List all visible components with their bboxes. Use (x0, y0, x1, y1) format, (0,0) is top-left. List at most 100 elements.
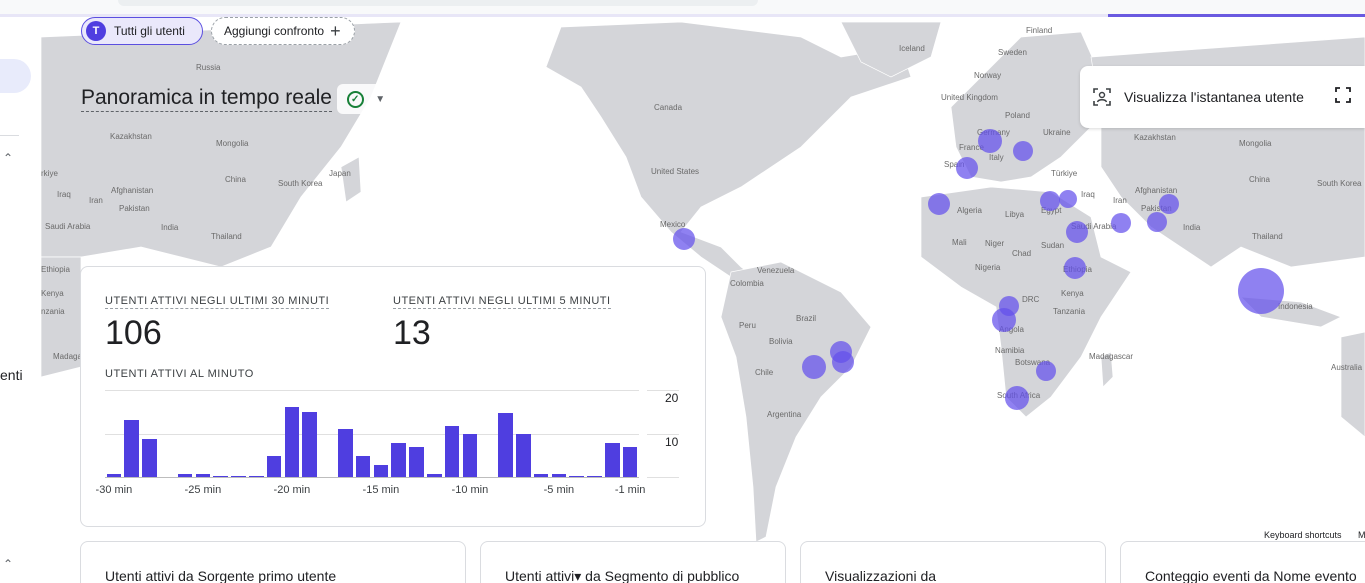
map-country-label: Mali (952, 238, 967, 247)
active-users-bubble[interactable] (1147, 212, 1167, 232)
bottom-card-first-user-source[interactable]: Utenti attivi da Sorgente primo utente (80, 541, 466, 583)
chart-bar[interactable] (462, 434, 478, 477)
chart-bar[interactable] (231, 476, 246, 477)
chart-bar[interactable] (106, 474, 122, 477)
y-tick-label: 10 (665, 435, 679, 449)
chart-bar[interactable] (551, 474, 567, 477)
map-country-label: Iraq (57, 190, 71, 199)
gridline-top (105, 390, 639, 391)
chart-bar[interactable] (373, 464, 389, 477)
active-users-bubble[interactable] (1238, 268, 1284, 314)
chart-bar[interactable] (124, 420, 139, 477)
realtime-users-card: UTENTI ATTIVI NEGLI ULTIMI 30 MINUTI 106… (80, 266, 706, 527)
chart-bar[interactable] (533, 474, 549, 477)
map-country-label: Canada (654, 103, 683, 112)
right-axis-tick (647, 477, 679, 478)
x-tick-label: -5 min (543, 484, 575, 496)
all-users-label: Tutti gli utenti (114, 24, 185, 38)
map-country-label: Thailand (211, 232, 242, 241)
bottom-card-audience-segment[interactable]: Utenti attivi▾ da Segmento di pubblico (480, 541, 786, 583)
search-bar-edge[interactable] (118, 0, 758, 6)
nav-partial-label[interactable]: enti (0, 367, 23, 383)
chart-bar[interactable] (409, 446, 424, 477)
chart-bar[interactable] (587, 476, 602, 477)
map-country-label: Kenya (1061, 289, 1084, 298)
active-users-bubble[interactable] (992, 308, 1016, 332)
map-country-label: United Kingdom (941, 93, 998, 102)
data-status-dropdown[interactable]: ✓ ▼ (336, 84, 395, 114)
all-users-chip[interactable]: T Tutti gli utenti (81, 17, 203, 45)
active-users-bubble[interactable] (1066, 221, 1088, 243)
australia-east-land (1340, 331, 1365, 438)
map-country-label: Ukraine (1043, 128, 1071, 137)
map-country-label: Chad (1012, 249, 1032, 258)
active-users-bubble[interactable] (1064, 257, 1086, 279)
active-users-bubble[interactable] (1036, 361, 1056, 381)
active-users-bubble[interactable] (928, 193, 950, 215)
chart-bar[interactable] (266, 456, 282, 477)
active-users-bubble[interactable] (1159, 194, 1179, 214)
map-country-label: South Korea (278, 179, 323, 188)
add-comparison-chip[interactable]: Aggiungi confronto + (211, 17, 355, 45)
chart-bar[interactable] (622, 447, 638, 477)
bottom-card-event-count[interactable]: Conteggio eventi da Nome evento (1120, 541, 1365, 583)
active-users-bubble[interactable] (832, 351, 854, 373)
chart-bar[interactable] (142, 438, 157, 477)
chart-bar[interactable] (338, 429, 353, 477)
map-country-label: Tanzania (1053, 307, 1086, 316)
x-tick-label: -30 min (95, 484, 133, 496)
active-users-bubble[interactable] (1040, 191, 1060, 211)
map-country-label: Niger (985, 239, 1005, 248)
chart-bar[interactable] (177, 474, 193, 477)
user-snapshot-panel[interactable]: Visualizza l'istantanea utente (1080, 66, 1365, 128)
map-country-label: China (1249, 175, 1270, 184)
active-users-bubble[interactable] (1013, 141, 1033, 161)
map-country-label: Kazakhstan (110, 132, 152, 141)
nav-selected-item[interactable] (0, 59, 31, 93)
map-country-label: China (225, 175, 246, 184)
map-country-label: South Korea (1317, 179, 1362, 188)
page-title[interactable]: Panoramica in tempo reale (81, 86, 332, 112)
y-tick-label: 20 (665, 391, 679, 405)
map-country-label: Thailand (1252, 232, 1283, 241)
map-country-label: Peru (739, 321, 756, 330)
chevron-up-icon[interactable]: ⌃ (3, 557, 13, 571)
map-country-label: India (1183, 223, 1201, 232)
chart-bar[interactable] (284, 407, 300, 477)
map-country-label: Colombia (730, 279, 764, 288)
active-users-bubble[interactable] (1111, 213, 1131, 233)
bottom-card-views[interactable]: Visualizzazioni da (800, 541, 1106, 583)
chart-bar[interactable] (498, 412, 513, 477)
chart-bar[interactable] (444, 425, 460, 477)
active-users-bubble[interactable] (1005, 386, 1029, 410)
chart-bar[interactable] (302, 411, 317, 477)
map-country-label: Kazakhstan (1134, 133, 1176, 142)
chart-bar[interactable] (195, 474, 211, 477)
chart-bar[interactable] (427, 474, 442, 477)
active-users-bubble[interactable] (673, 228, 695, 250)
map-country-label: rkiye (41, 169, 58, 178)
chart-bar[interactable] (516, 434, 531, 477)
map-country-label: Afghanistan (111, 186, 154, 195)
chart-bar[interactable] (249, 476, 264, 477)
map-country-label: Mongolia (216, 139, 249, 148)
nav-divider (0, 135, 19, 136)
map-country-label: Mongolia (1239, 139, 1272, 148)
chart-bar[interactable] (605, 443, 620, 477)
active-users-bubble[interactable] (802, 355, 826, 379)
map-country-label: Italy (989, 153, 1004, 162)
fullscreen-icon[interactable] (1335, 87, 1351, 103)
chart-bar[interactable] (355, 456, 371, 477)
map-data-link[interactable]: M (1358, 530, 1365, 540)
active-users-bubble[interactable] (978, 129, 1002, 153)
page-header: Panoramica in tempo reale ✓ ▼ (81, 84, 395, 114)
active-users-bubble[interactable] (956, 157, 978, 179)
chart-bar[interactable] (213, 476, 228, 477)
chart-bar[interactable] (569, 476, 584, 477)
chevron-up-icon[interactable]: ⌃ (3, 151, 13, 165)
map-country-label: Indonesia (1278, 302, 1313, 311)
chart-bar[interactable] (391, 443, 406, 477)
keyboard-shortcuts-link[interactable]: Keyboard shortcuts (1261, 530, 1345, 540)
active-users-bubble[interactable] (1059, 190, 1077, 208)
bottom-card-title: Utenti attivi▾ da Segmento di pubblico (505, 568, 740, 583)
